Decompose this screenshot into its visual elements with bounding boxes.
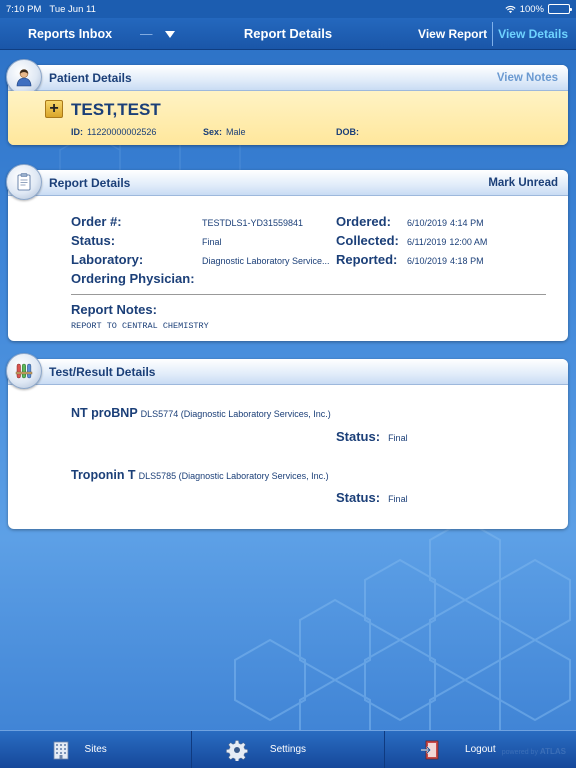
status-row: Status: Final <box>71 233 222 248</box>
dob-label: DOB: <box>336 127 359 137</box>
sex-label: Sex: <box>203 127 223 137</box>
test-name-label: Troponin T <box>71 468 136 482</box>
report-details-title: Report Details <box>49 175 131 190</box>
view-segmented-control: View Report View Details <box>418 18 568 50</box>
report-details-panel: Report Details Mark Unread Order #: TEST… <box>6 164 568 341</box>
reported-label: Reported: <box>336 252 398 267</box>
status-date: Tue Jun 11 <box>49 3 96 15</box>
atlas-logo: powered by ATLAS <box>502 747 566 756</box>
logout-icon <box>420 740 439 760</box>
ordered-row: Ordered: 6/10/2019 4:14 PM <box>336 214 484 229</box>
settings-label: Settings <box>269 744 307 755</box>
laboratory-value: Diagnostic Laboratory Service... <box>202 256 330 266</box>
collected-time: 12:00 AM <box>449 237 488 247</box>
reports-inbox-label: Reports Inbox <box>28 27 113 41</box>
order-row: Order #: TESTDLS1-YD31559841 <box>71 214 303 229</box>
gear-icon <box>226 740 249 761</box>
report-details-body: Order #: TESTDLS1-YD31559841 Status: Fin… <box>8 196 568 341</box>
id-label: ID: <box>71 127 83 137</box>
view-details-button[interactable]: View Details <box>493 27 568 41</box>
ordered-date: 6/10/2019 <box>407 218 448 228</box>
test-result-header: Test/Result Details <box>6 353 568 389</box>
collected-date: 6/11/2019 <box>407 237 447 247</box>
wifi-icon <box>505 5 516 13</box>
ordered-label: Ordered: <box>336 214 391 229</box>
report-icon <box>6 164 42 200</box>
reported-time: 4:18 PM <box>450 256 484 266</box>
logout-label: Logout <box>465 744 496 755</box>
status-time: 7:10 PM <box>6 3 42 15</box>
reported-date: 6/10/2019 <box>407 256 448 266</box>
patient-summary: + TEST,TEST ID: 11220000002526 Sex: Male… <box>8 91 568 145</box>
test-status-value: Final <box>388 433 408 443</box>
settings-button[interactable]: Settings <box>192 731 385 768</box>
test-status: Status: Final <box>336 490 408 505</box>
order-value: TESTDLS1-YD31559841 <box>202 218 304 228</box>
test-detail: DLS5785 (Diagnostic Laboratory Services,… <box>138 471 329 481</box>
status-label: Status: <box>71 233 116 248</box>
test-result-title: Test/Result Details <box>49 364 156 379</box>
test-status-label: Status: <box>336 429 381 444</box>
patient-name: TEST,TEST <box>71 100 161 119</box>
bottom-toolbar: Sites Settings Logout powered by ATLAS <box>0 730 576 768</box>
view-notes-button[interactable]: View Notes <box>497 72 558 84</box>
collected-label: Collected: <box>336 233 399 248</box>
view-report-button[interactable]: View Report <box>418 27 492 41</box>
sex-value: Male <box>226 127 246 137</box>
reported-row: Reported: 6/10/2019 4:18 PM <box>336 252 484 267</box>
test-tubes-icon <box>6 353 42 389</box>
sites-button[interactable]: Sites <box>0 731 193 768</box>
patient-sex-group: Sex: Male <box>203 127 336 137</box>
ordered-time: 4:14 PM <box>450 218 484 228</box>
battery-icon <box>548 4 572 14</box>
test-name-label: NT proBNP <box>71 406 138 420</box>
laboratory-row: Laboratory: Diagnostic Laboratory Servic… <box>71 252 330 267</box>
id-value: 11220000002526 <box>87 127 157 137</box>
test-result-details-panel: Test/Result Details NT proBNP DLS5774 (Di… <box>6 353 568 529</box>
navigation-bar: Reports Inbox — Report Details View Repo… <box>0 18 576 50</box>
laboratory-label: Laboratory: <box>71 252 144 267</box>
sites-icon <box>53 741 69 760</box>
atlas-brand: ATLAS <box>539 747 566 756</box>
expand-plus-icon[interactable]: + <box>45 100 63 118</box>
logout-button[interactable]: Logout powered by ATLAS <box>385 731 576 768</box>
test-status-value: Final <box>388 494 408 504</box>
test-detail: DLS5774 (Diagnostic Laboratory Services,… <box>140 409 331 419</box>
status-value: Final <box>202 237 222 247</box>
atlas-prefix: powered by <box>501 749 538 756</box>
patient-details-title: Patient Details <box>49 70 132 85</box>
patient-details-panel: Patient Details View Notes + TEST,TEST I… <box>6 59 568 145</box>
patient-details-header: Patient Details View Notes <box>6 59 568 95</box>
collected-row: Collected: 6/11/2019 12:00 AM <box>336 233 487 248</box>
patient-id-group: ID: 11220000002526 <box>71 127 203 137</box>
status-bar: 7:10 PM Tue Jun 11 100% <box>0 0 576 18</box>
order-label: Order #: <box>71 214 122 229</box>
patient-dob-group: DOB: <box>336 127 363 137</box>
report-details-header: Report Details Mark Unread <box>6 164 568 200</box>
test-item-name[interactable]: Troponin T DLS5785 (Diagnostic Laboratory… <box>71 468 329 482</box>
test-status-label: Status: <box>336 490 381 505</box>
test-item-name[interactable]: NT proBNP DLS5774 (Diagnostic Laboratory … <box>71 406 331 420</box>
chevron-down-icon <box>164 30 175 38</box>
inbox-dash: — <box>140 27 153 41</box>
divider <box>71 294 546 295</box>
test-result-body: NT proBNP DLS5774 (Diagnostic Laboratory … <box>8 385 568 529</box>
report-notes-label: Report Notes: <box>71 302 157 317</box>
report-notes-value: REPORT TO CENTRAL CHEMISTRY <box>71 321 209 331</box>
patient-icon <box>6 59 42 95</box>
test-status: Status: Final <box>336 429 408 444</box>
patient-meta: ID: 11220000002526 Sex: Male DOB: <box>71 127 363 137</box>
battery-percent: 100% <box>519 3 544 15</box>
sites-label: Sites <box>84 744 107 755</box>
mark-unread-button[interactable]: Mark Unread <box>488 177 558 189</box>
physician-row: Ordering Physician: <box>71 271 195 286</box>
ordering-physician-label: Ordering Physician: <box>71 271 195 286</box>
status-right: 100% <box>505 3 572 15</box>
reports-inbox-button[interactable]: Reports Inbox — <box>28 18 175 50</box>
